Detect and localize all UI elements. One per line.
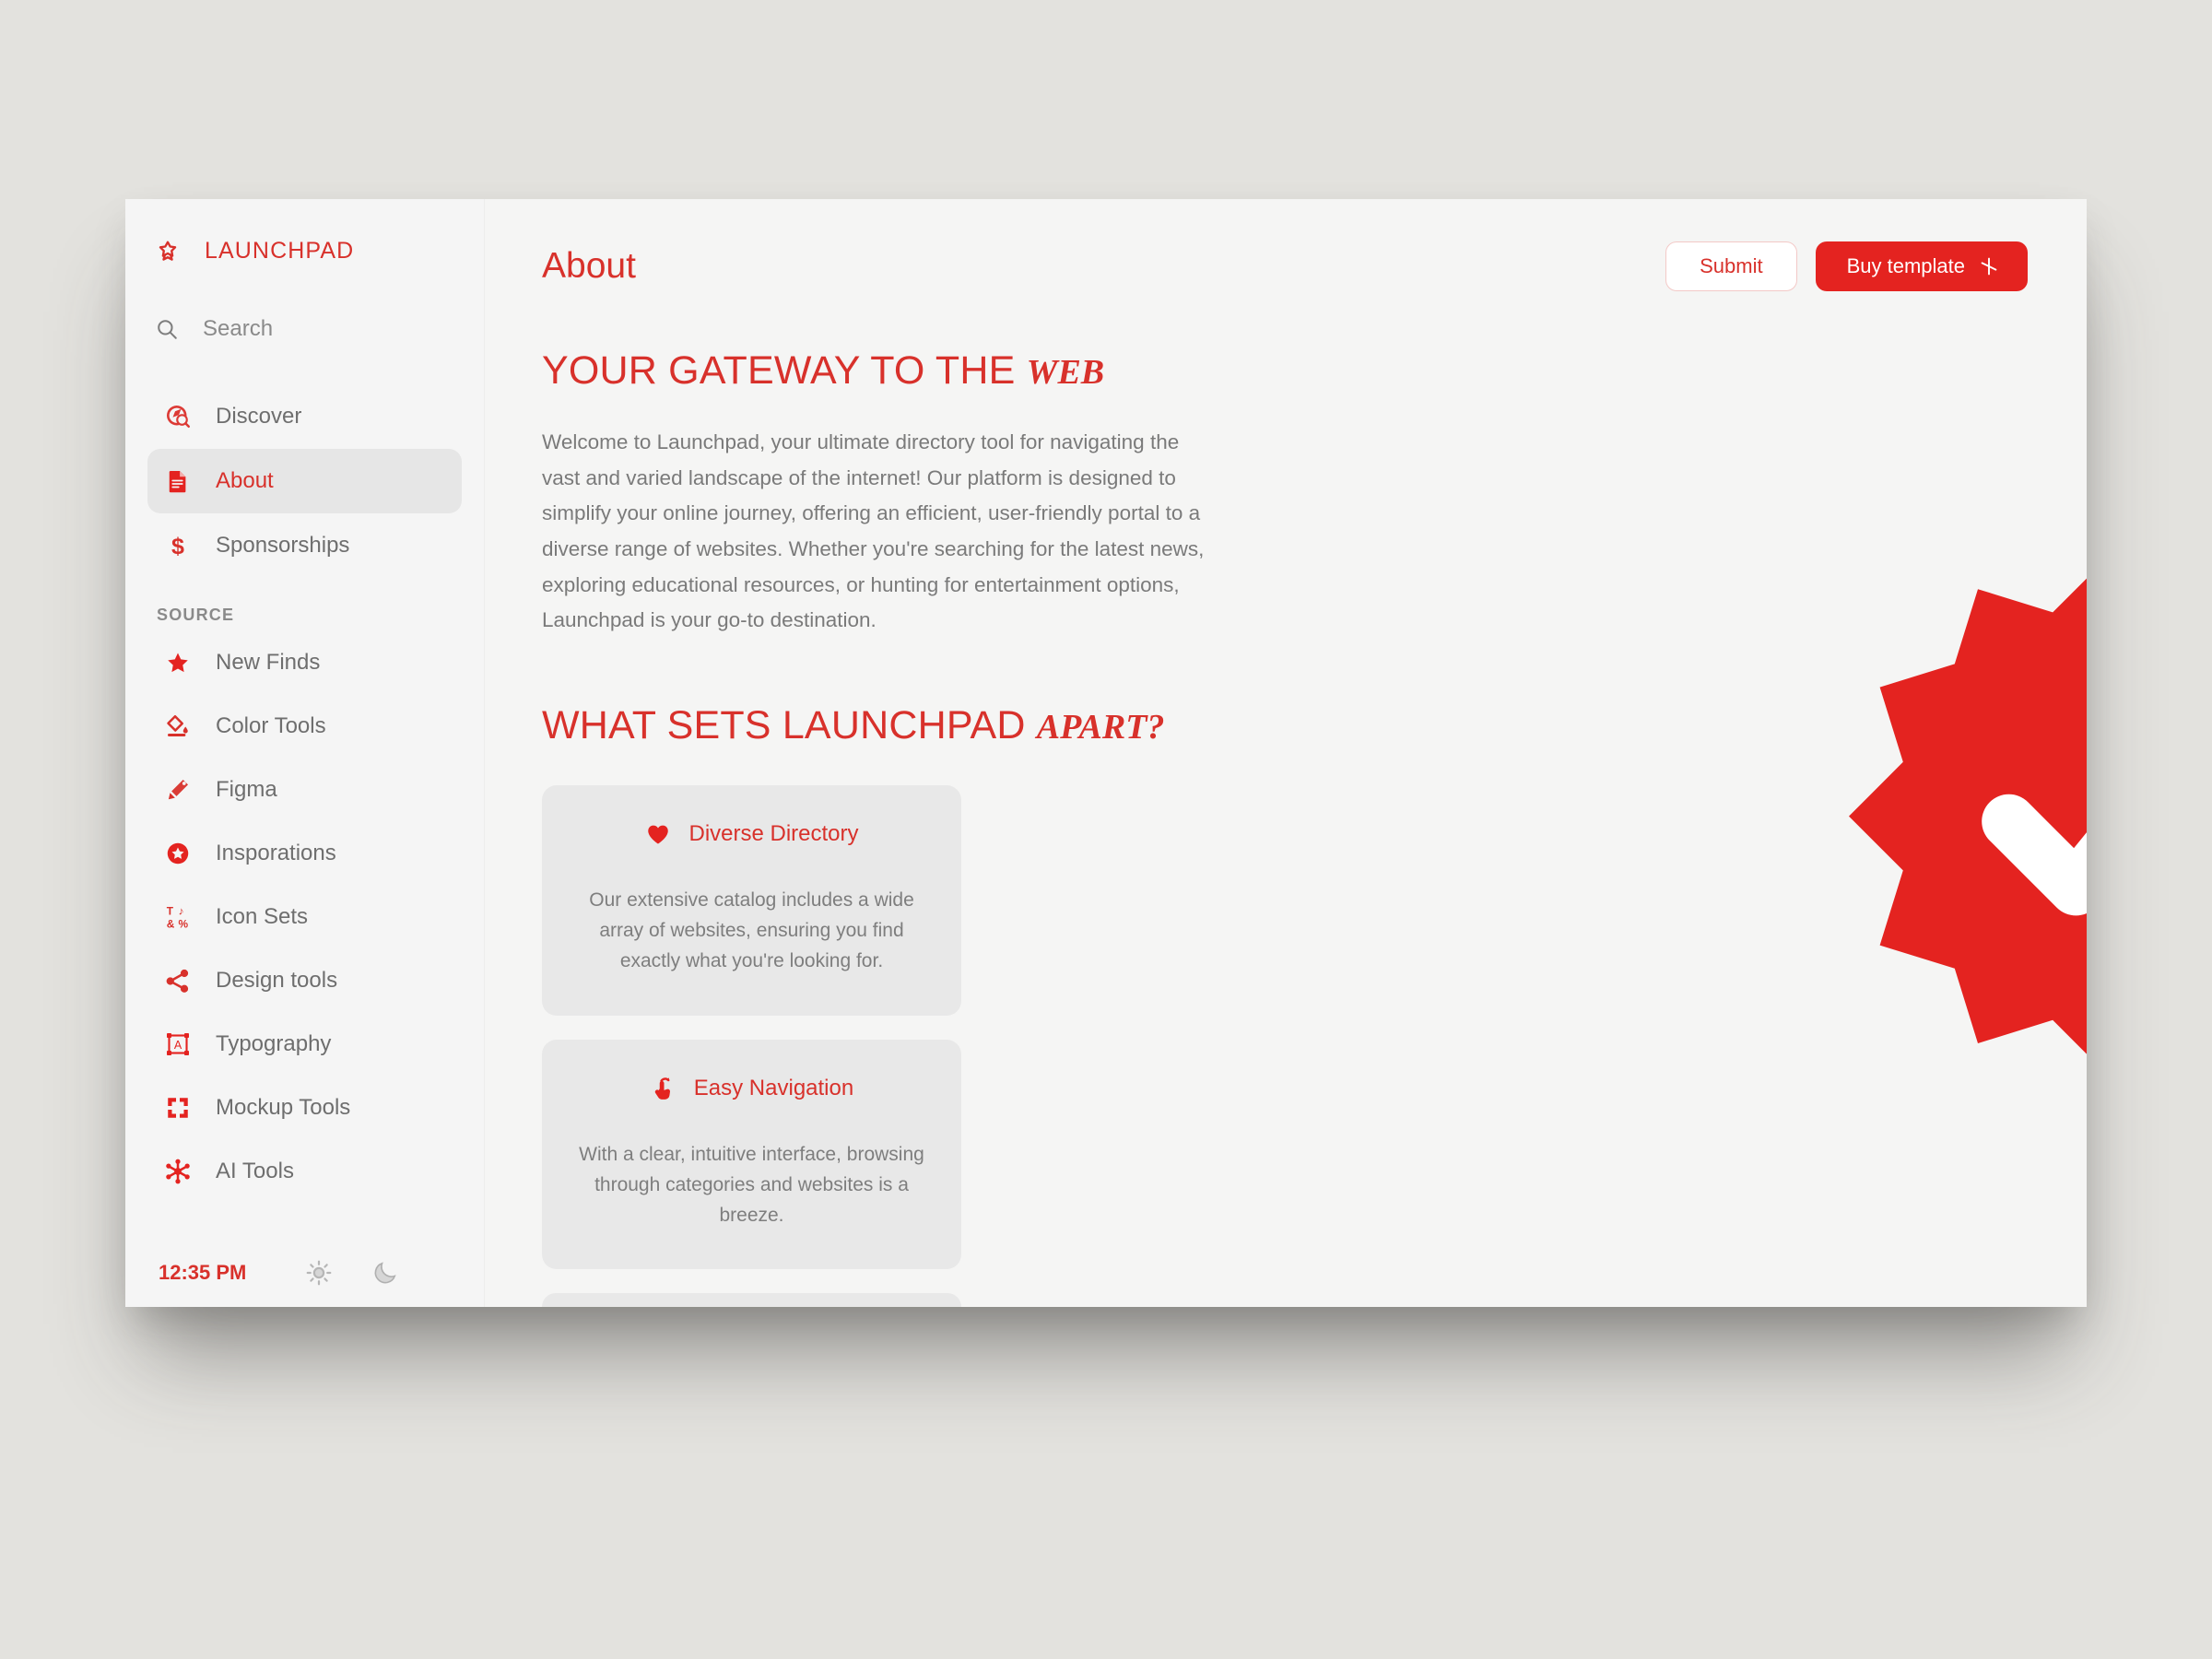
heading-plain: YOUR GATEWAY TO THE xyxy=(542,348,1027,393)
star-circle-icon xyxy=(164,840,192,867)
feature-card: Diverse Directory Our extensive catalog … xyxy=(542,785,961,1016)
figma-icon xyxy=(164,776,192,804)
svg-text:&: & xyxy=(167,917,175,930)
sidebar-item-ai-tools[interactable]: AI Tools xyxy=(147,1139,462,1203)
heart-icon xyxy=(644,820,672,848)
sidebar-item-label: Icon Sets xyxy=(216,903,309,929)
primary-nav: Discover About $ Sponsorships xyxy=(125,384,484,578)
heading-plain: WHAT SETS LAUNCHPAD xyxy=(542,703,1037,748)
feature-card: Easy Navigation With a clear, intuitive … xyxy=(542,1039,961,1270)
sidebar-item-label: Color Tools xyxy=(216,712,326,738)
sidebar: LAUNCHPAD Discover xyxy=(125,199,485,1307)
document-icon xyxy=(164,467,192,495)
sidebar-item-label: About xyxy=(216,468,274,493)
paint-bucket-icon xyxy=(164,712,192,740)
sidebar-footer: 12:35 PM xyxy=(125,1259,484,1287)
feature-card-header: Diverse Directory xyxy=(570,820,934,848)
sidebar-item-label: Insporations xyxy=(216,840,336,865)
submit-button[interactable]: Submit xyxy=(1665,241,1797,291)
glyph-grid-icon: T ♪ &% xyxy=(164,903,192,931)
brand-name: LAUNCHPAD xyxy=(205,238,355,264)
compass-search-icon xyxy=(164,403,192,430)
sidebar-item-label: New Finds xyxy=(216,649,321,675)
sidebar-item-design-tools[interactable]: Design tools xyxy=(147,948,462,1012)
svg-text:$: $ xyxy=(171,534,184,559)
type-frame-icon: A xyxy=(164,1030,192,1058)
sidebar-item-label: AI Tools xyxy=(216,1158,294,1183)
buy-template-label: Buy template xyxy=(1846,254,1965,277)
section-heading-apart: WHAT SETS LAUNCHPAD APART? xyxy=(542,703,1185,748)
sun-icon[interactable] xyxy=(305,1259,333,1287)
header-actions: Submit Buy template xyxy=(1665,241,2028,291)
sidebar-item-discover[interactable]: Discover xyxy=(147,384,462,449)
sidebar-item-label: Mockup Tools xyxy=(216,1094,351,1120)
sidebar-item-sponsorships[interactable]: $ Sponsorships xyxy=(147,513,462,578)
sidebar-item-typography[interactable]: A Typography xyxy=(147,1012,462,1076)
ai-node-icon xyxy=(164,1158,192,1185)
page-title: About xyxy=(542,246,636,286)
corner-frame-icon xyxy=(164,1094,192,1122)
about-content: YOUR GATEWAY TO THE WEB Welcome to Launc… xyxy=(485,291,1204,1307)
moon-icon[interactable] xyxy=(371,1259,399,1287)
clock: 12:35 PM xyxy=(159,1261,247,1284)
heading-italic: WEB xyxy=(1026,353,1105,392)
search-icon xyxy=(155,317,179,341)
section-heading-gateway: YOUR GATEWAY TO THE WEB xyxy=(542,348,1185,394)
feature-card-body: With a clear, intuitive interface, brows… xyxy=(579,1143,924,1226)
search-box[interactable] xyxy=(125,265,484,342)
sidebar-item-label: Sponsorships xyxy=(216,533,350,558)
svg-text:♪: ♪ xyxy=(179,904,184,917)
sidebar-item-insporations[interactable]: Insporations xyxy=(147,821,462,885)
heading-italic: APART? xyxy=(1036,708,1165,747)
sidebar-item-label: Discover xyxy=(216,404,302,429)
theme-toggles xyxy=(305,1259,451,1287)
sidebar-item-about[interactable]: About xyxy=(147,449,462,513)
verified-check-badge-icon xyxy=(1849,553,2087,1069)
sidebar-item-label: Typography xyxy=(216,1030,332,1056)
svg-text:%: % xyxy=(179,917,189,930)
sidebar-item-figma[interactable]: Figma xyxy=(147,758,462,821)
feature-card-title: Diverse Directory xyxy=(688,821,859,847)
search-input[interactable] xyxy=(203,316,424,342)
brand[interactable]: LAUNCHPAD xyxy=(125,199,484,265)
sidebar-item-label: Figma xyxy=(216,776,277,802)
feature-card-title: Easy Navigation xyxy=(693,1075,854,1100)
submit-button-label: Submit xyxy=(1700,254,1763,277)
buy-template-button[interactable]: Buy template xyxy=(1815,241,2028,291)
top-bar: About Submit Buy template xyxy=(485,199,2087,291)
main-content: About Submit Buy template YOUR GATEWAY T… xyxy=(485,199,2087,1307)
dollar-icon: $ xyxy=(164,532,192,559)
sidebar-item-icon-sets[interactable]: T ♪ &% Icon Sets xyxy=(147,885,462,948)
source-section-label: SOURCE xyxy=(157,606,235,624)
feature-card-partial xyxy=(542,1293,961,1307)
tap-gesture-icon xyxy=(650,1075,677,1102)
sidebar-item-color-tools[interactable]: Color Tools xyxy=(147,694,462,758)
intro-paragraph: Welcome to Launchpad, your ultimate dire… xyxy=(542,430,1205,632)
source-nav: New Finds Color Tools Figma Insporations… xyxy=(125,630,484,1203)
sidebar-item-label: Design tools xyxy=(216,967,338,993)
share-node-icon xyxy=(164,967,192,994)
sparkle-icon xyxy=(1978,255,2000,277)
svg-text:T: T xyxy=(167,904,174,917)
star-icon xyxy=(164,649,192,677)
sidebar-item-new-finds[interactable]: New Finds xyxy=(147,630,462,694)
feature-card-list: Diverse Directory Our extensive catalog … xyxy=(542,785,961,1307)
star-badge-icon xyxy=(155,239,181,265)
svg-text:A: A xyxy=(174,1039,182,1052)
feature-card-body: Our extensive catalog includes a wide ar… xyxy=(589,889,914,972)
app-window: LAUNCHPAD Discover xyxy=(125,199,2087,1307)
sidebar-item-mockup-tools[interactable]: Mockup Tools xyxy=(147,1076,462,1139)
feature-card-header: Easy Navigation xyxy=(570,1075,934,1102)
